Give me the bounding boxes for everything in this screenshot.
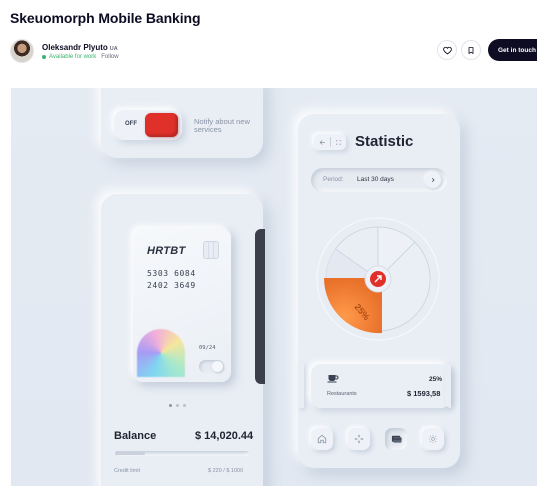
author-name[interactable]: Oleksandr Plyuto [42, 43, 108, 52]
author-avatar[interactable] [10, 39, 34, 63]
balance-label: Balance [114, 430, 157, 442]
settings-icon [428, 434, 438, 444]
bank-card[interactable]: HRTBT 5303 6084 2402 3649 09/24 [133, 228, 231, 382]
author-badge: UA [109, 45, 118, 52]
nav-home-button[interactable] [311, 428, 333, 450]
card-chip-icon [203, 241, 219, 259]
card-brand: HRTBT [147, 245, 186, 257]
period-next-button[interactable] [425, 172, 441, 188]
credit-limit-bar-fill [116, 452, 146, 455]
get-in-touch-button[interactable]: Get in touch [488, 39, 537, 61]
resto-right-tab [445, 364, 451, 408]
arrow-left-icon [319, 139, 325, 145]
author-block: Oleksandr Plyuto UA Available for work Fo… [10, 38, 119, 64]
period-value: Last 30 days [357, 176, 394, 183]
follow-link[interactable]: Follow [101, 54, 118, 60]
restaurants-amount: $ 1593,58 [407, 389, 441, 398]
save-button[interactable] [461, 40, 481, 60]
notify-text: Notify about new services [194, 117, 250, 134]
card-number-line2: 2402 3649 [147, 281, 196, 290]
availability-dot-icon [42, 54, 46, 59]
like-button[interactable] [437, 40, 457, 60]
restaurants-label: Restaurants [327, 391, 357, 397]
nav-cards-button[interactable] [385, 428, 407, 450]
pager-dot[interactable] [183, 404, 186, 407]
back-button[interactable] [314, 134, 346, 150]
cards-icon [391, 435, 402, 443]
next-card-edge [255, 229, 265, 384]
availability-status: Available for work [49, 53, 97, 60]
nav-grid-button[interactable] [348, 428, 370, 450]
spending-pie-svg: 25% [316, 217, 440, 341]
resto-left-tab [298, 364, 304, 408]
nav-settings-button[interactable] [422, 428, 444, 450]
credit-limit-value: $ 220 / $ 1000 [208, 468, 244, 474]
card-hologram [137, 329, 185, 377]
pager-dot[interactable] [176, 404, 179, 407]
home-icon [317, 434, 327, 444]
balance-value: $ 14,020.44 [195, 430, 254, 442]
shot-title: Skeuomorph Mobile Banking [10, 10, 201, 26]
heart-icon [442, 46, 452, 54]
period-selector[interactable]: Period: Last 30 days [311, 168, 447, 192]
credit-limit-label: Credit limit [114, 468, 140, 474]
card-expiry: 09/24 [199, 345, 216, 351]
toggle-state-label: OFF [125, 121, 137, 127]
toggle-knob[interactable] [145, 113, 178, 137]
bookmark-icon [468, 46, 474, 54]
credit-limit-bar [115, 451, 249, 456]
shot-image: OFF Notify about new services HRTBT 5303… [11, 88, 537, 486]
chevron-right-icon [431, 177, 435, 183]
card-pager-dots [169, 404, 186, 407]
grid-icon [354, 434, 364, 444]
card-slider-toggle[interactable] [199, 360, 224, 373]
restaurants-card[interactable]: Restaurants 25% $ 1593,58 [311, 364, 451, 408]
coffee-cup-icon [327, 375, 339, 383]
pager-dot[interactable] [169, 404, 172, 407]
period-label: Period: [323, 176, 344, 183]
grid-dots-icon [336, 139, 341, 145]
statistic-title: Statistic [355, 133, 414, 150]
card-number-line1: 5303 6084 [147, 269, 196, 278]
restaurants-percent: 25% [429, 376, 443, 383]
spending-pie[interactable]: 25% [316, 217, 440, 341]
notify-toggle[interactable]: OFF [114, 110, 182, 140]
